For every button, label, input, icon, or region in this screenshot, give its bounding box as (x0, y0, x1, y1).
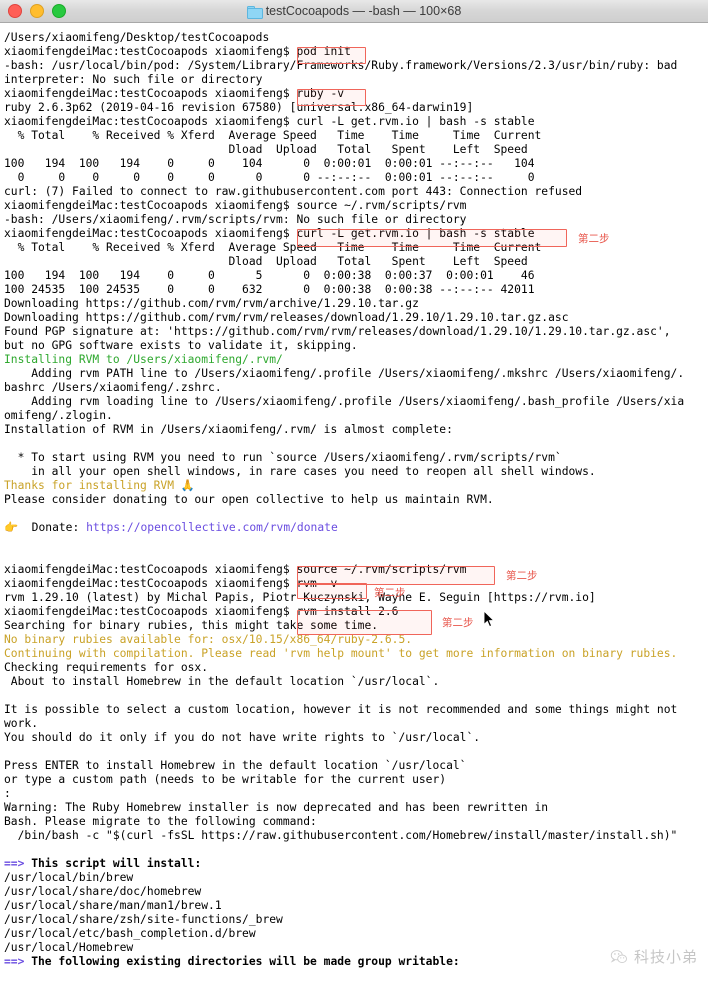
terminal-line: /bin/bash -c "$(curl -fsSL https://raw.g… (4, 829, 678, 842)
terminal-output-area[interactable]: /Users/xiaomifeng/Desktop/testCocoapods x… (0, 23, 708, 981)
folder-icon (246, 5, 263, 19)
window-title: testCocoapods — -bash — 100×68 (265, 4, 462, 18)
terminal-line: Warning: The Ruby Homebrew installer is … (4, 801, 549, 814)
terminal-line: It is possible to select a custom locati… (4, 703, 685, 716)
terminal-line: ruby 2.6.3p62 (2019-04-16 revision 67580… (4, 101, 474, 114)
terminal-line: Please consider donating to our open col… (4, 493, 494, 506)
terminal-line: bashrc /Users/xiaomifeng/.zshrc. (4, 381, 222, 394)
terminal-line: Searching for binary rubies, this might … (4, 619, 379, 632)
terminal-line: /usr/local/bin/brew (4, 871, 134, 884)
terminal-line: xiaomifengdeiMac:testCocoapods xiaomifen… (4, 87, 345, 100)
maximize-button[interactable] (52, 4, 66, 18)
window-title-group: testCocoapods — -bash — 100×68 (246, 4, 462, 19)
step-annotation-label: 第二步 (374, 587, 406, 599)
terminal-line: Installation of RVM in /Users/xiaomifeng… (4, 423, 453, 436)
terminal-line: work. (4, 717, 39, 730)
terminal-line: 100 194 100 194 0 0 5 0 0:00:38 0:00:37 … (4, 269, 535, 282)
step-annotation-label: 第二步 (506, 570, 538, 582)
terminal-line: /usr/local/etc/bash_completion.d/brew (4, 927, 256, 940)
terminal-line: No binary rubies available for: osx/10.1… (4, 633, 413, 646)
step-annotation-label: 第二步 (578, 233, 610, 245)
window-titlebar[interactable]: testCocoapods — -bash — 100×68 (0, 0, 708, 23)
wechat-icon (610, 949, 627, 963)
watermark-text: 科技小弟 (633, 948, 698, 966)
terminal-line: but no GPG software exists to validate i… (4, 339, 358, 352)
terminal-line: Adding rvm loading line to /Users/xiaomi… (4, 395, 685, 408)
terminal-line: /Users/xiaomifeng/Desktop/testCocoapods (4, 31, 270, 44)
terminal-line: curl: (7) Failed to connect to raw.githu… (4, 185, 583, 198)
terminal-line: in all your open shell windows, in rare … (4, 465, 596, 478)
terminal-line: About to install Homebrew in the default… (4, 675, 440, 688)
terminal-line: Downloading https://github.com/rvm/rvm/r… (4, 311, 569, 324)
terminal-line: Dload Upload Total Spent Left Speed (4, 255, 528, 268)
terminal-line: xiaomifengdeiMac:testCocoapods xiaomifen… (4, 577, 338, 590)
close-button[interactable] (8, 4, 22, 18)
terminal-line: * To start using RVM you need to run `so… (4, 451, 562, 464)
terminal-line: -bash: /usr/local/bin/pod: /System/Libra… (4, 59, 685, 72)
minimize-button[interactable] (30, 4, 44, 18)
terminal-line: omifeng/.zlogin. (4, 409, 113, 422)
window-controls (8, 0, 66, 22)
watermark: 科技小弟 (610, 946, 698, 967)
donate-link[interactable]: https://opencollective.com/rvm/donate (86, 521, 338, 534)
terminal-line: 0 0 0 0 0 0 0 0 --:--:-- 0:00:01 --:--:-… (4, 171, 535, 184)
terminal-line: 100 24535 100 24535 0 0 632 0 0:00:38 0:… (4, 283, 535, 296)
terminal-line: Continuing with compilation. Please read… (4, 647, 685, 660)
terminal-line: xiaomifengdeiMac:testCocoapods xiaomifen… (4, 115, 535, 128)
terminal-line: xiaomifengdeiMac:testCocoapods xiaomifen… (4, 563, 467, 576)
terminal-line: Dload Upload Total Spent Left Speed (4, 143, 528, 156)
terminal-line: /usr/local/Homebrew (4, 941, 134, 954)
terminal-line: You should do it only if you do not have… (4, 731, 481, 744)
terminal-line: : (4, 787, 11, 800)
terminal-line: Thanks for installing RVM 🙏 (4, 479, 195, 492)
terminal-line: Downloading https://github.com/rvm/rvm/a… (4, 297, 419, 310)
terminal-lines: /Users/xiaomifeng/Desktop/testCocoapods x… (4, 31, 708, 969)
terminal-line: -bash: /Users/xiaomifeng/.rvm/scripts/rv… (4, 213, 467, 226)
step-annotation-label: 第二步 (442, 617, 474, 629)
terminal-line: 👉 Donate: https://opencollective.com/rvm… (4, 521, 338, 534)
terminal-line: % Total % Received % Xferd Average Speed… (4, 129, 542, 142)
terminal-line: rvm 1.29.10 (latest) by Michal Papis, Pi… (4, 591, 596, 604)
terminal-line: Checking requirements for osx. (4, 661, 209, 674)
terminal-line: /usr/local/share/zsh/site-functions/_bre… (4, 913, 283, 926)
terminal-line: ==> This script will install: (4, 857, 202, 870)
terminal-line: xiaomifengdeiMac:testCocoapods xiaomifen… (4, 45, 351, 58)
terminal-line: /usr/local/share/doc/homebrew (4, 885, 202, 898)
terminal-window: testCocoapods — -bash — 100×68 /Users/xi… (0, 0, 708, 981)
terminal-line: 100 194 100 194 0 0 104 0 0:00:01 0:00:0… (4, 157, 535, 170)
terminal-line: Adding rvm PATH line to /Users/xiaomifen… (4, 367, 685, 380)
terminal-line: Press ENTER to install Homebrew in the d… (4, 759, 467, 772)
terminal-line: Bash. Please migrate to the following co… (4, 815, 317, 828)
terminal-line: or type a custom path (needs to be writa… (4, 773, 447, 786)
terminal-line: xiaomifengdeiMac:testCocoapods xiaomifen… (4, 199, 467, 212)
terminal-line: xiaomifengdeiMac:testCocoapods xiaomifen… (4, 605, 399, 618)
terminal-line: Installing RVM to /Users/xiaomifeng/.rvm… (4, 353, 283, 366)
terminal-line: /usr/local/share/man/man1/brew.1 (4, 899, 222, 912)
terminal-line: ==> The following existing directories w… (4, 955, 460, 968)
terminal-line: Found PGP signature at: 'https://github.… (4, 325, 671, 338)
terminal-line: interpreter: No such file or directory (4, 73, 263, 86)
